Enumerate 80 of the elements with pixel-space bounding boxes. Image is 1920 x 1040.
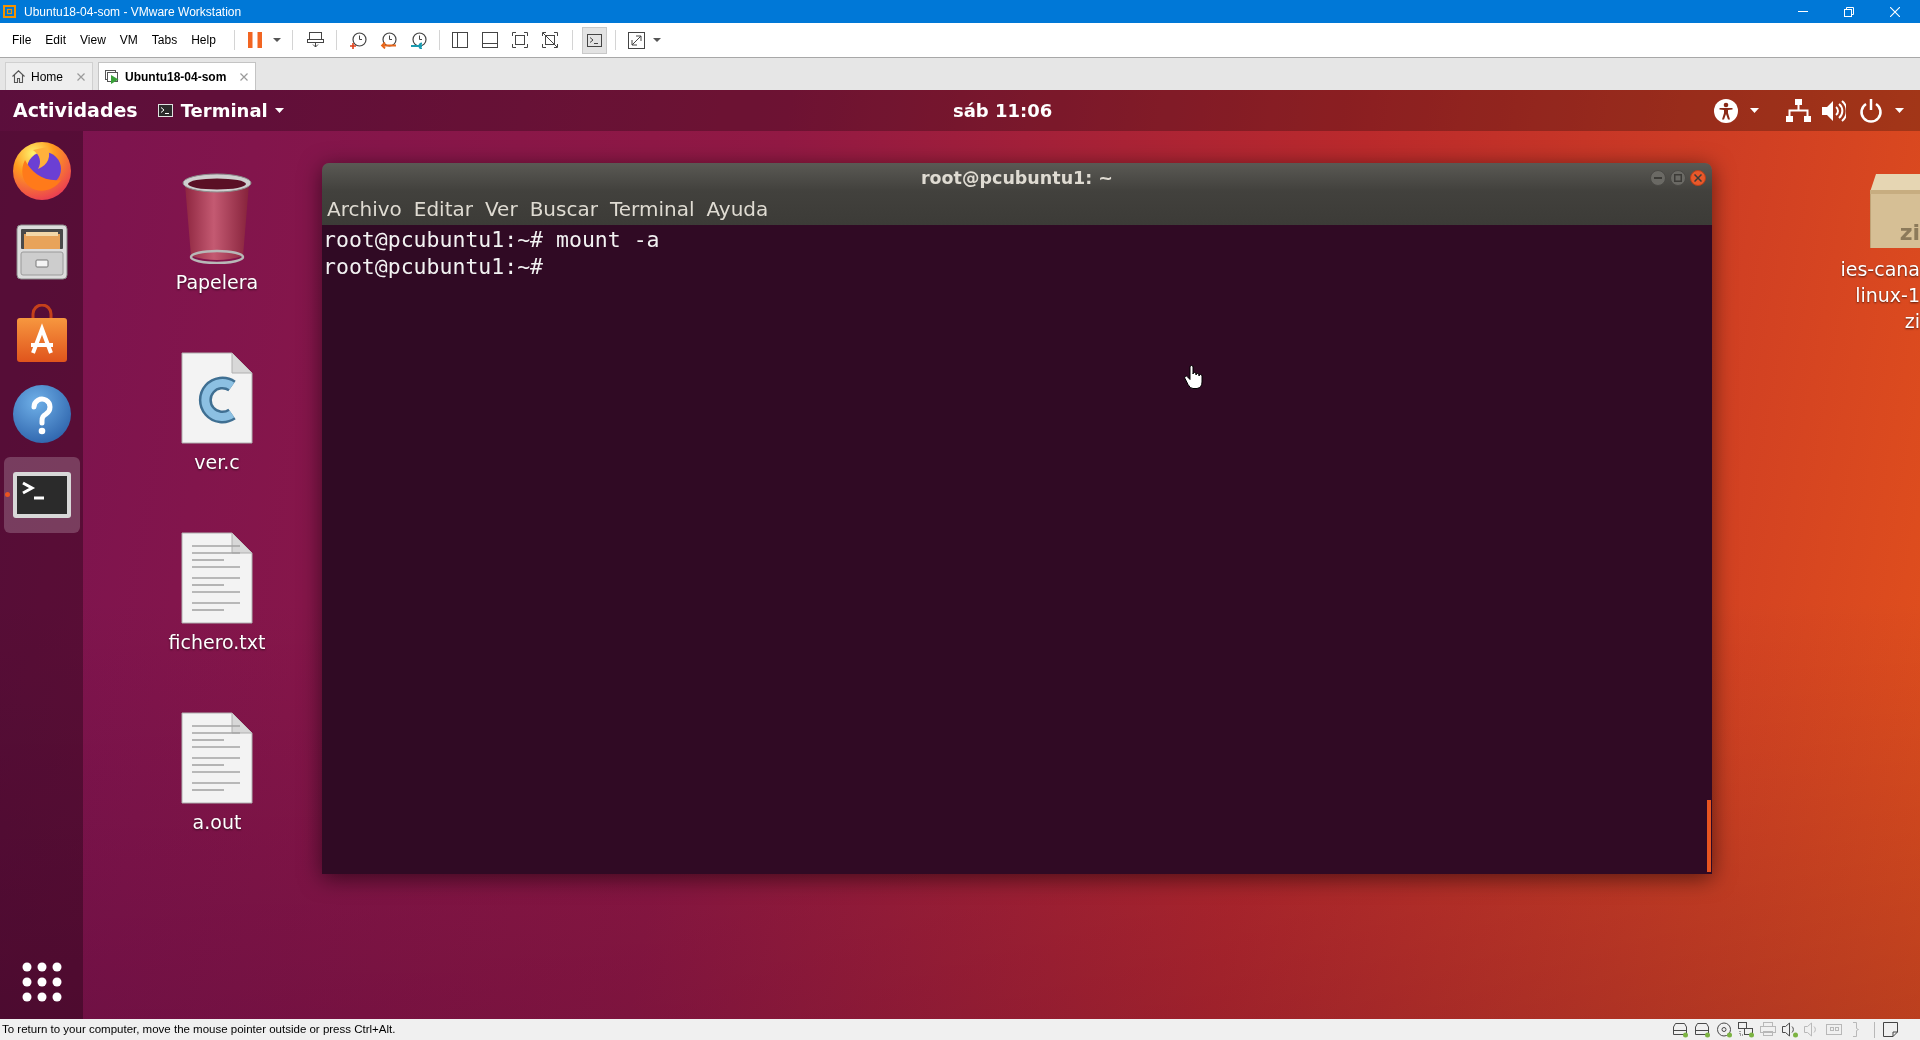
accessibility-icon bbox=[1714, 98, 1738, 123]
note-icon[interactable] bbox=[1883, 1022, 1898, 1037]
close-button[interactable] bbox=[1690, 170, 1706, 186]
app-menu-button[interactable]: Terminal bbox=[157, 97, 284, 124]
cd-icon[interactable] bbox=[1716, 1021, 1732, 1038]
hard-disk-icon[interactable] bbox=[1694, 1021, 1710, 1038]
menu-item[interactable]: Editar bbox=[413, 197, 473, 221]
menu-item[interactable]: Ayuda bbox=[706, 197, 769, 221]
activities-button[interactable]: Actividades bbox=[13, 96, 138, 125]
console-icon bbox=[587, 33, 602, 47]
caret-icon bbox=[1750, 108, 1759, 113]
clock-plus-icon bbox=[349, 31, 367, 49]
home-icon bbox=[12, 70, 25, 83]
clock-wrench-icon bbox=[409, 31, 427, 49]
file-label[interactable]: fichero.txt bbox=[168, 630, 266, 654]
network-icon bbox=[1786, 99, 1811, 122]
bottom-panel-icon bbox=[482, 32, 498, 48]
scrollbar-thumb[interactable] bbox=[1707, 800, 1711, 872]
tab[interactable]: Home bbox=[5, 62, 93, 90]
frame-crossed-icon bbox=[542, 32, 558, 48]
clock[interactable]: sáb 11:06 bbox=[953, 97, 1053, 124]
volume-icon bbox=[1822, 99, 1846, 122]
caret-icon bbox=[1895, 108, 1904, 113]
close-icon bbox=[1890, 6, 1900, 17]
text-document-icon[interactable] bbox=[180, 712, 254, 804]
menu-item[interactable]: File bbox=[5, 30, 39, 50]
menu-item[interactable]: Edit bbox=[38, 30, 74, 50]
file-label[interactable]: ver.c bbox=[194, 450, 240, 474]
file-label[interactable]: ies-cana linux-1 zi bbox=[1840, 256, 1920, 334]
power-icon bbox=[1859, 98, 1883, 123]
minimize-icon bbox=[1654, 177, 1662, 179]
terminal-line: root@pcubuntu1:~# mount -a bbox=[323, 226, 660, 253]
terminal-icon bbox=[157, 104, 173, 117]
package-icon[interactable] bbox=[1870, 174, 1920, 248]
menu-item[interactable]: Buscar bbox=[529, 197, 598, 221]
expand-icon bbox=[627, 31, 645, 49]
hard-disk-icon[interactable] bbox=[1672, 1021, 1688, 1038]
package-text: zi bbox=[1899, 221, 1920, 245]
menu-item[interactable]: Ver bbox=[485, 197, 518, 221]
window-title: Ubuntu18-04-som - VMware Workstation bbox=[24, 3, 242, 21]
dock-item[interactable] bbox=[3, 457, 80, 533]
vm-play-icon bbox=[105, 69, 119, 84]
close-icon[interactable] bbox=[240, 72, 249, 81]
window-title: root@pcubuntu1: ~ bbox=[920, 166, 1114, 190]
sidebar-layout-icon bbox=[452, 32, 468, 48]
monitor-arrow-icon bbox=[306, 32, 324, 48]
menu-item[interactable]: Archivo bbox=[327, 197, 402, 221]
pause-icon bbox=[248, 32, 262, 48]
menu-item[interactable]: View bbox=[73, 30, 113, 50]
hand-cursor-icon bbox=[1184, 365, 1204, 389]
fox-globe-icon bbox=[12, 142, 71, 200]
console-view-button[interactable] bbox=[582, 26, 607, 54]
terminal-line: root@pcubuntu1:~# bbox=[323, 253, 544, 280]
caret-icon bbox=[653, 38, 661, 42]
restore-icon bbox=[1844, 6, 1854, 17]
accessibility-menu-button[interactable] bbox=[1714, 98, 1759, 123]
menu-item[interactable]: VM bbox=[112, 30, 145, 50]
app-logo-icon bbox=[3, 5, 16, 18]
c-file-icon[interactable] bbox=[180, 352, 254, 444]
system-menu-button[interactable] bbox=[1786, 98, 1904, 123]
menu-item[interactable]: Help bbox=[184, 30, 223, 50]
close-icon bbox=[1694, 174, 1702, 182]
file-label[interactable]: a.out bbox=[192, 810, 242, 834]
status-message: To return to your computer, move the mouse pointer outside or press Ctrl+Alt. bbox=[2, 1021, 396, 1037]
frame-corners-icon bbox=[512, 32, 528, 48]
menu-item[interactable]: Tabs bbox=[144, 30, 185, 50]
trash-icon[interactable] bbox=[181, 172, 253, 264]
file-label[interactable]: Papelera bbox=[175, 270, 259, 294]
app-grid-icon[interactable] bbox=[21, 962, 62, 1002]
speaker-icon[interactable] bbox=[1782, 1021, 1798, 1038]
menu-item[interactable]: Terminal bbox=[609, 197, 695, 221]
help-icon bbox=[12, 385, 71, 443]
terminal-body[interactable]: root@pcubuntu1:~# mount -a root@pcubuntu1:~# bbox=[322, 225, 1712, 874]
minimize-icon bbox=[1798, 11, 1808, 12]
maximize-icon bbox=[1674, 174, 1682, 182]
network-adapter-icon[interactable] bbox=[1738, 1021, 1754, 1038]
tab[interactable]: Ubuntu18-04-som bbox=[98, 62, 257, 90]
caret-icon bbox=[273, 38, 281, 42]
caret-icon bbox=[274, 108, 284, 113]
text-document-icon[interactable] bbox=[180, 532, 254, 624]
